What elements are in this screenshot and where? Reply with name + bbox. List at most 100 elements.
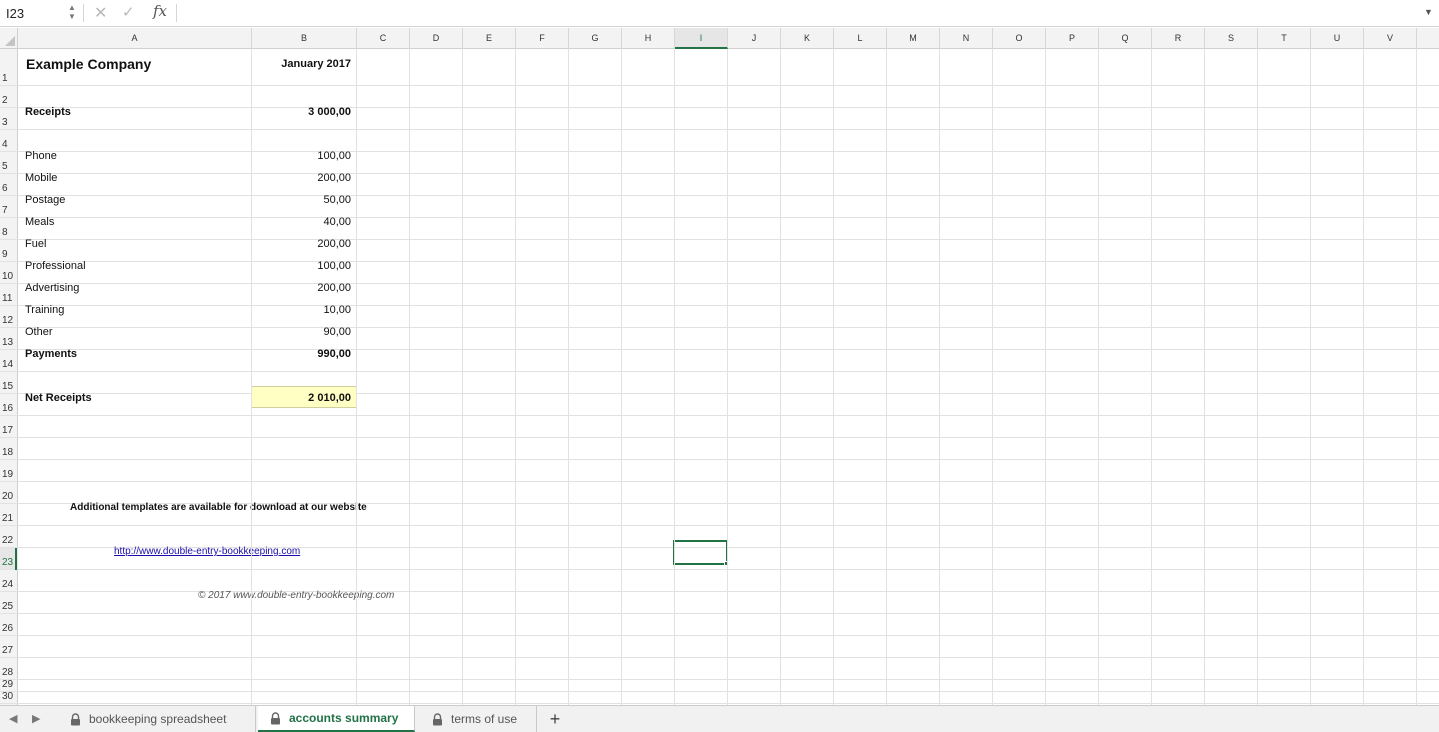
website-link[interactable]: http://www.double-entry-bookkeeping.com [114,546,300,557]
active-cell-selection[interactable] [673,540,728,565]
name-box[interactable]: I23 [0,0,62,26]
formula-bar-divider [83,4,84,22]
tab-accounts-summary[interactable]: accounts summary [258,706,415,732]
column-gridline [1310,49,1311,705]
column-header-t[interactable]: T [1258,28,1311,49]
row-gridline [18,393,1439,394]
row-header-18[interactable]: 18 [0,438,18,460]
row-header-9[interactable]: 9 [0,240,18,262]
name-box-stepper-icon[interactable]: ▲ ▼ [66,3,78,23]
column-gridline [1257,49,1258,705]
row-header-2[interactable]: 2 [0,86,18,108]
row-gridline [18,129,1439,130]
cancel-icon[interactable]: ✕ [94,3,110,23]
row-header-15[interactable]: 15 [0,372,18,394]
column-header-u[interactable]: U [1311,28,1364,49]
column-header-m[interactable]: M [887,28,940,49]
row-header-22[interactable]: 22 [0,526,18,548]
previous-sheet-icon[interactable]: ◀ [9,712,21,726]
row-gridline [18,569,1439,570]
tab-terms-of-use[interactable]: terms of use [420,706,537,732]
row-header-28[interactable]: 28 [0,658,18,680]
column-header-c[interactable]: C [357,28,410,49]
row-gridline [18,217,1439,218]
column-gridline [727,49,728,705]
row-header-6[interactable]: 6 [0,174,18,196]
column-header-b[interactable]: B [252,28,357,49]
net-receipts-label: Net Receipts [25,392,92,404]
expense-label: Other [25,326,53,338]
row-header-26[interactable]: 26 [0,614,18,636]
row-header-13[interactable]: 13 [0,328,18,350]
column-header-a[interactable]: A [18,28,252,49]
period-label: January 2017 [281,58,351,70]
row-header-27[interactable]: 27 [0,636,18,658]
column-header-k[interactable]: K [781,28,834,49]
row-header-1[interactable]: 1 [0,49,18,86]
cell-area[interactable]: Example Company January 2017 Receipts 3 … [18,49,1439,705]
row-header-12[interactable]: 12 [0,306,18,328]
add-sheet-button[interactable]: + [544,708,566,730]
row-gridline [18,239,1439,240]
expense-value: 200,00 [317,238,351,250]
column-header-e[interactable]: E [463,28,516,49]
row-header-25[interactable]: 25 [0,592,18,614]
tab-bookkeeping-spreadsheet[interactable]: bookkeeping spreadsheet [58,706,256,732]
next-sheet-icon[interactable]: ▶ [32,712,44,726]
column-header-p[interactable]: P [1046,28,1099,49]
row-header-7[interactable]: 7 [0,196,18,218]
row-header-11[interactable]: 11 [0,284,18,306]
row-gridline [18,635,1439,636]
row-header-14[interactable]: 14 [0,350,18,372]
row-gridline [18,657,1439,658]
tab-label: bookkeeping spreadsheet [89,712,227,726]
expense-label: Mobile [25,172,58,184]
column-header-v[interactable]: V [1364,28,1417,49]
column-header-f[interactable]: F [516,28,569,49]
formula-bar: I23 ▲ ▼ ✕ ✓ fx ▼ [0,0,1439,27]
column-header-r[interactable]: R [1152,28,1205,49]
chevron-down-icon[interactable]: ▼ [1424,7,1433,17]
column-header-j[interactable]: J [728,28,781,49]
row-header-bar: 1 2 3 4 5 6 7 8 9 10 11 12 13 14 15 16 17 18 19 20 21 22 23 24 2… [0,49,18,705]
row-header-10[interactable]: 10 [0,262,18,284]
expense-value: 200,00 [317,172,351,184]
row-header-20[interactable]: 20 [0,482,18,504]
enter-checkmark-icon[interactable]: ✓ [122,3,138,23]
row-header-3[interactable]: 3 [0,108,18,130]
column-header-d[interactable]: D [410,28,463,49]
insert-function-icon[interactable]: fx [153,2,171,24]
formula-bar-divider [176,4,177,22]
expense-label: Phone [25,150,57,162]
expense-label: Meals [25,216,55,228]
row-gridline [18,371,1439,372]
row-header-21[interactable]: 21 [0,504,18,526]
column-header-s[interactable]: S [1205,28,1258,49]
column-header-o[interactable]: O [993,28,1046,49]
column-gridline [1151,49,1152,705]
column-header-i[interactable]: I [675,28,728,49]
expense-value: 100,00 [317,150,351,162]
copyright-note: © 2017 www.double-entry-bookkeeping.com [198,590,395,601]
column-header-l[interactable]: L [834,28,887,49]
row-header-4[interactable]: 4 [0,130,18,152]
column-header-q[interactable]: Q [1099,28,1152,49]
select-all-button[interactable] [0,28,18,49]
row-gridline [18,173,1439,174]
column-gridline [780,49,781,705]
column-gridline [462,49,463,705]
row-header-24[interactable]: 24 [0,570,18,592]
formula-input[interactable] [180,0,1410,26]
row-header-8[interactable]: 8 [0,218,18,240]
row-header-19[interactable]: 19 [0,460,18,482]
row-header-16[interactable]: 16 [0,394,18,416]
column-header-g[interactable]: G [569,28,622,49]
column-header-h[interactable]: H [622,28,675,49]
row-header-17[interactable]: 17 [0,416,18,438]
row-header-30[interactable]: 30 [0,691,18,704]
expense-label: Advertising [25,282,80,294]
column-gridline [992,49,993,705]
column-header-n[interactable]: N [940,28,993,49]
row-gridline [18,525,1439,526]
row-header-5[interactable]: 5 [0,152,18,174]
